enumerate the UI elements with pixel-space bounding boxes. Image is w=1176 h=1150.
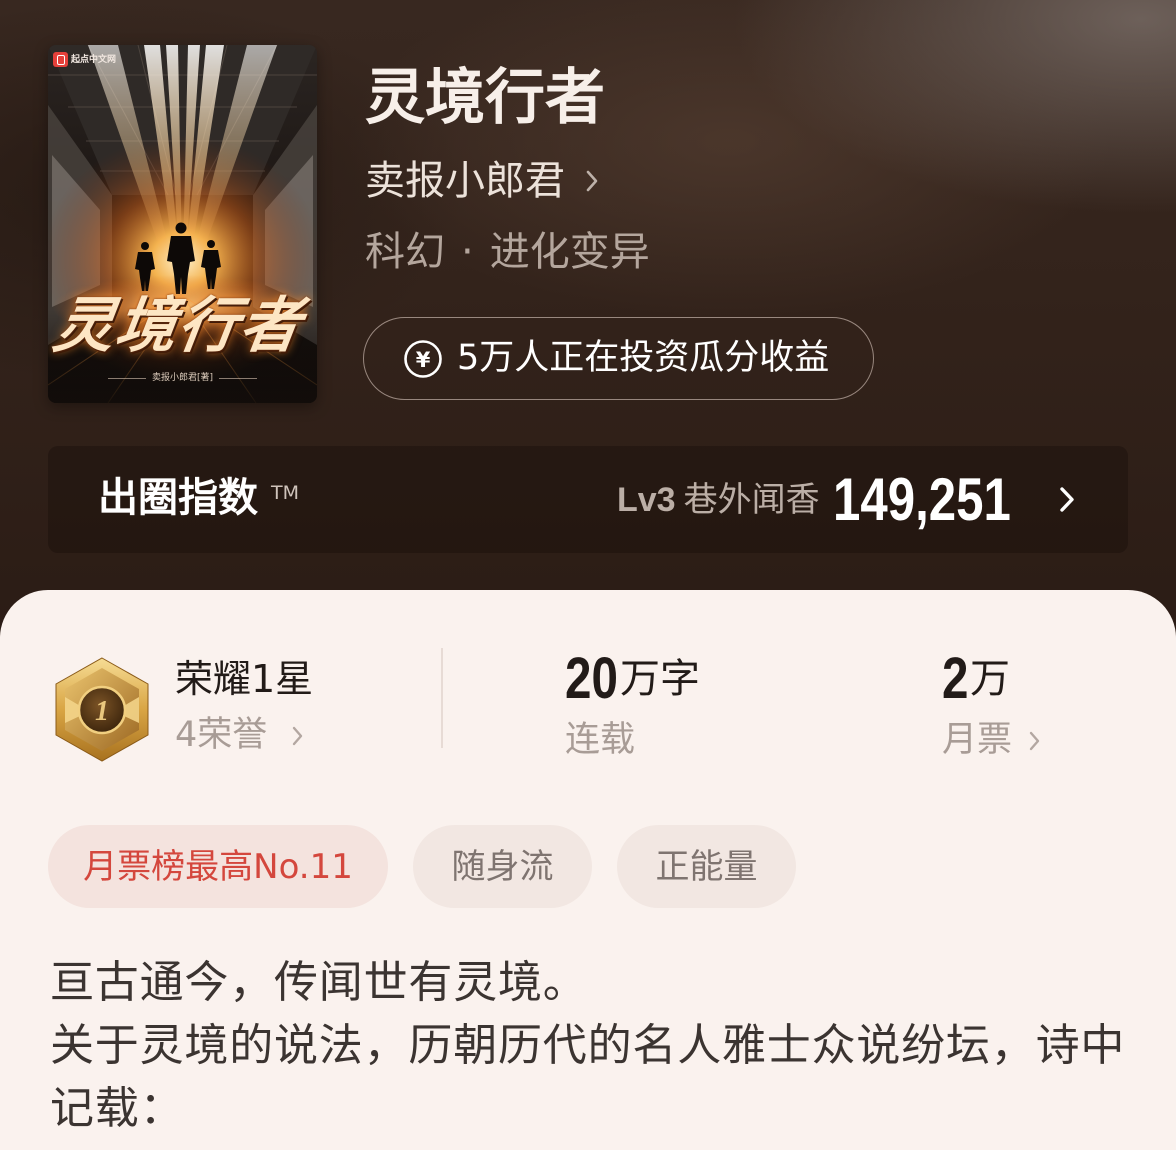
yuan-coin-icon: ¥: [404, 339, 442, 378]
tag-theme[interactable]: 正能量: [617, 825, 796, 908]
chevron-right-icon: [293, 726, 303, 745]
tag-ranking[interactable]: 月票榜最高No.11: [48, 825, 388, 908]
influence-index-bar[interactable]: 出圈指数 TM Lv3 巷外闻香 149,251: [48, 446, 1128, 553]
trademark-mark: TM: [271, 482, 299, 504]
chevron-right-icon: [1060, 487, 1074, 512]
qidian-logo-icon: [53, 52, 68, 67]
category-sub: 进化变异: [489, 229, 650, 275]
honor-rank[interactable]: 荣耀1星: [175, 660, 313, 698]
svg-text:¥: ¥: [416, 348, 431, 372]
author-name: 卖报小郎君: [365, 158, 565, 204]
stats-divider: [441, 648, 443, 748]
publisher-logo-text: 起点中文网: [71, 54, 117, 65]
description-line: 关于灵境的说法，历朝历代的名人雅士众说纷坛，诗中: [50, 1020, 1126, 1071]
author-link[interactable]: 卖报小郎君: [365, 161, 599, 201]
word-count-value: 20: [565, 646, 618, 711]
category-separator: ·: [461, 229, 474, 275]
book-category: 科幻 · 进化变异: [365, 232, 650, 272]
serial-status: 连载: [565, 720, 636, 760]
book-header: 起点中文网 灵境行者 卖报小郎君[著] 灵境行者 卖报小郎君 科幻 · 进化变异 ¥…: [0, 0, 1176, 640]
chevron-right-icon: [1029, 731, 1040, 750]
cover-title-art: 灵境行者: [49, 291, 307, 361]
monthly-tickets-label: 月票: [942, 720, 1013, 760]
publisher-logo: 起点中文网: [53, 52, 116, 67]
svg-text:1: 1: [95, 696, 109, 727]
word-count-unit: 万字: [620, 656, 700, 702]
invest-label: 5万人正在投资瓜分收益: [457, 338, 830, 378]
invest-button[interactable]: ¥ 5万人正在投资瓜分收益: [363, 317, 874, 400]
description-line: 记载：: [50, 1083, 185, 1134]
book-title: 灵境行者: [365, 63, 605, 133]
honor-count-link[interactable]: 4荣誉: [175, 718, 304, 753]
monthly-tickets-link[interactable]: 月票: [942, 723, 1041, 758]
monthly-tickets-value: 2: [942, 646, 969, 711]
description-line: 亘古通今，传闻世有灵境。: [50, 957, 588, 1008]
level-name: 巷外闻香: [683, 480, 820, 520]
cover-author-text: 卖报小郎君[著]: [151, 373, 214, 383]
chevron-right-icon: [586, 170, 598, 192]
book-info-card: 1 荣耀1星 4荣誉 20 万字 连载 2 万 月票 月票榜最高No.11 随身…: [0, 590, 1176, 1150]
category-main: 科幻: [365, 229, 445, 275]
decorative-rule: [107, 377, 146, 379]
influence-level: Lv3 巷外闻香: [617, 483, 820, 517]
tag-genre[interactable]: 随身流: [413, 825, 592, 908]
influence-score: 149,251: [833, 466, 1011, 533]
book-cover[interactable]: 起点中文网 灵境行者 卖报小郎君[著]: [48, 45, 317, 403]
cover-author-credit: 卖报小郎君[著]: [48, 373, 317, 383]
influence-index-label: 出圈指数: [98, 475, 258, 521]
honor-count: 4荣誉: [175, 715, 268, 755]
level-code: Lv3: [617, 481, 676, 519]
decorative-rule: [219, 377, 258, 379]
honor-medal-icon[interactable]: 1: [52, 657, 152, 762]
monthly-tickets-unit: 万: [970, 656, 1010, 702]
